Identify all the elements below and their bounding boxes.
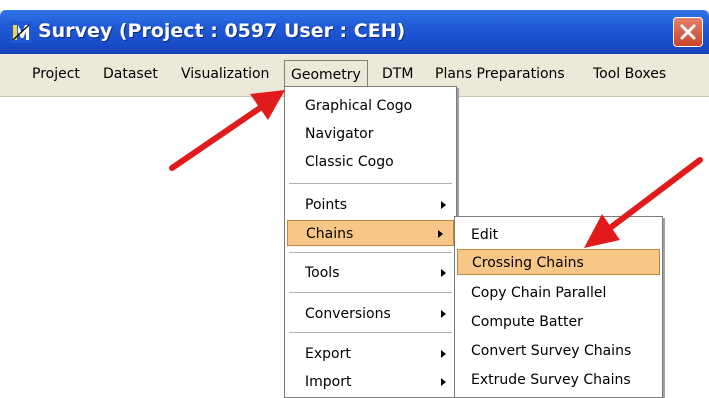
- menu-item-label: Crossing Chains: [472, 255, 584, 271]
- menu-item-label: Conversions: [305, 306, 391, 322]
- menu-tool-boxes-label: Tool Boxes: [593, 66, 667, 82]
- menu-item-label: Tools: [305, 265, 340, 281]
- menu-item-navigator[interactable]: Navigator: [285, 121, 456, 147]
- app-window: Survey (Project : 0597 User : CEH) Proje…: [0, 10, 709, 97]
- menu-visualization[interactable]: Visualization: [175, 60, 275, 88]
- menu-item-label: Points: [305, 197, 348, 213]
- menu-item-extrude-survey-chains[interactable]: Extrude Survey Chains: [455, 367, 662, 393]
- menu-item-label: Graphical Cogo: [305, 98, 413, 114]
- menu-item-label: Convert Survey Chains: [471, 343, 632, 359]
- menu-separator: [289, 292, 452, 294]
- menu-item-points[interactable]: Points: [285, 192, 456, 218]
- menu-item-edit[interactable]: Edit: [455, 222, 662, 248]
- menu-item-label: Classic Cogo: [305, 154, 394, 170]
- menu-dtm-label: DTM: [382, 66, 414, 82]
- submenu-arrow-icon: [441, 378, 446, 386]
- menu-geometry-label: Geometry: [291, 67, 361, 83]
- menu-project[interactable]: Project: [26, 60, 86, 88]
- menu-item-compute-batter[interactable]: Compute Batter: [455, 309, 662, 335]
- menu-item-label: Import: [305, 374, 352, 390]
- geometry-menu: Graphical Cogo Navigator Classic Cogo Po…: [284, 86, 457, 398]
- menu-item-label: Export: [305, 346, 351, 362]
- menu-item-label: Copy Chain Parallel: [471, 285, 607, 301]
- menu-item-crossing-chains[interactable]: Crossing Chains: [457, 249, 660, 275]
- title-bar[interactable]: Survey (Project : 0597 User : CEH): [0, 10, 709, 54]
- menu-dataset[interactable]: Dataset: [97, 60, 164, 88]
- close-button[interactable]: [673, 17, 703, 47]
- menu-item-export[interactable]: Export: [285, 341, 456, 367]
- menu-item-graphical-cogo[interactable]: Graphical Cogo: [285, 93, 456, 119]
- menu-project-label: Project: [32, 66, 80, 82]
- menu-item-tools[interactable]: Tools: [285, 260, 456, 286]
- window-title: Survey (Project : 0597 User : CEH): [38, 20, 406, 42]
- menu-item-label: Compute Batter: [471, 314, 583, 330]
- menu-item-copy-chain-parallel[interactable]: Copy Chain Parallel: [455, 280, 662, 306]
- menu-plans-preparations-label: Plans Preparations: [435, 66, 565, 82]
- chains-submenu: Edit Crossing Chains Copy Chain Parallel…: [454, 216, 663, 398]
- menu-dataset-label: Dataset: [103, 66, 158, 82]
- menu-separator: [289, 332, 452, 334]
- submenu-arrow-icon: [441, 310, 446, 318]
- app-logo-icon: [10, 21, 32, 43]
- menu-dtm[interactable]: DTM: [376, 60, 419, 88]
- menu-item-label: Chains: [306, 226, 354, 242]
- menu-visualization-label: Visualization: [181, 66, 270, 82]
- menu-separator: [289, 183, 452, 185]
- menu-item-classic-cogo[interactable]: Classic Cogo: [285, 149, 456, 175]
- submenu-arrow-icon: [441, 269, 446, 277]
- menu-item-label: Edit: [471, 227, 499, 243]
- submenu-arrow-icon: [441, 201, 446, 209]
- menu-item-label: Extrude Survey Chains: [471, 372, 631, 388]
- submenu-arrow-icon: [438, 230, 443, 238]
- menu-item-import[interactable]: Import: [285, 369, 456, 395]
- menu-separator: [289, 252, 452, 254]
- menu-item-chains[interactable]: Chains: [287, 220, 454, 246]
- submenu-arrow-icon: [441, 350, 446, 358]
- menu-tool-boxes[interactable]: Tool Boxes: [587, 60, 672, 88]
- close-icon: [680, 24, 696, 40]
- menu-item-convert-survey-chains[interactable]: Convert Survey Chains: [455, 338, 662, 364]
- menu-item-label: Navigator: [305, 126, 374, 142]
- menu-plans-preparations[interactable]: Plans Preparations: [429, 60, 571, 88]
- menu-item-conversions[interactable]: Conversions: [285, 301, 456, 327]
